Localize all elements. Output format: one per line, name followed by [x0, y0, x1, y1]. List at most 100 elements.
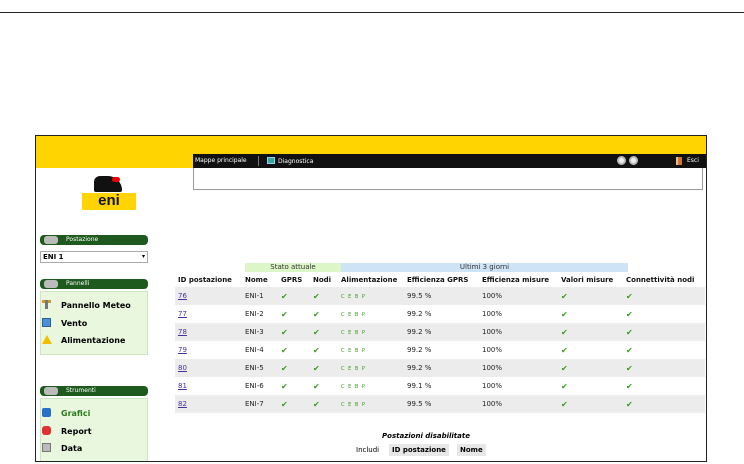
- station-id-link[interactable]: 80: [178, 364, 187, 372]
- alimentazione-codes: C E B P: [341, 402, 366, 408]
- check-icon: ✔: [281, 309, 288, 319]
- table-cell: 100%: [479, 395, 558, 413]
- menu-item-vento[interactable]: Vento: [42, 318, 87, 328]
- top-content-panel: [193, 168, 703, 190]
- calendar-icon: [42, 443, 51, 452]
- table-cell: ✔: [310, 395, 338, 413]
- disabled-col-id: ID postazione: [389, 444, 449, 456]
- table-cell: C E B P: [338, 305, 404, 323]
- check-icon: ✔: [561, 327, 568, 337]
- col-nodi: Nodi: [313, 276, 332, 284]
- table-cell: ENI-2: [242, 305, 278, 323]
- table-cell: ✔: [623, 377, 705, 395]
- menu-item-label: Data: [61, 444, 83, 453]
- nav-mappe-principale[interactable]: Mappe principale: [195, 157, 247, 164]
- col-connettivita-nodi: Connettività nodi: [626, 276, 695, 284]
- check-icon: ✔: [313, 399, 320, 409]
- zoom-out-icon[interactable]: [617, 156, 626, 165]
- table-row: 81 ENI-6 ✔ ✔ C E B P 99.1 % 100% ✔ ✔: [175, 377, 705, 395]
- station-id-link[interactable]: 76: [178, 292, 187, 300]
- thermometer-icon: [42, 300, 51, 309]
- table-cell: ✔: [623, 341, 705, 359]
- wind-icon: [42, 318, 51, 327]
- disabled-col-nome: Nome: [457, 444, 486, 456]
- table-cell: ✔: [623, 305, 705, 323]
- table-cell: ✔: [310, 305, 338, 323]
- station-name: ENI-6: [245, 382, 264, 390]
- table-cell: ✔: [310, 341, 338, 359]
- table-cell: ✔: [310, 359, 338, 377]
- table-row: 78 ENI-3 ✔ ✔ C E B P 99.2 % 100% ✔ ✔: [175, 323, 705, 341]
- table-cell: 99.5 %: [404, 395, 479, 413]
- table-cell: 100%: [479, 287, 558, 305]
- table-cell: 99.1 %: [404, 377, 479, 395]
- check-icon: ✔: [281, 381, 288, 391]
- group-header-stato-attuale: Stato attuale: [245, 263, 341, 272]
- table-cell: 76: [175, 287, 242, 305]
- station-id-link[interactable]: 78: [178, 328, 187, 336]
- station-id-link[interactable]: 79: [178, 346, 187, 354]
- menu-item-label: Report: [61, 427, 92, 436]
- check-icon: ✔: [281, 363, 288, 373]
- table-cell: ✔: [558, 305, 623, 323]
- postazione-selected: ENI 1: [43, 253, 64, 261]
- tools-icon: [44, 387, 58, 395]
- table-cell: ✔: [310, 287, 338, 305]
- check-icon: ✔: [626, 309, 633, 319]
- alimentazione-codes: C E B P: [341, 312, 366, 318]
- check-icon: ✔: [313, 381, 320, 391]
- nav-diagnostica[interactable]: Diagnostica: [267, 157, 313, 165]
- top-navbar: Mappe principale Diagnostica Esci: [193, 154, 706, 168]
- table-cell: ✔: [623, 359, 705, 377]
- efficienza-gprs-value: 99.2 %: [407, 346, 432, 354]
- table-cell: 80: [175, 359, 242, 377]
- check-icon: ✔: [626, 345, 633, 355]
- menu-item-pannello-meteo[interactable]: Pannello Meteo: [42, 300, 131, 310]
- table-cell: ENI-1: [242, 287, 278, 305]
- efficienza-misure-value: 100%: [482, 292, 503, 300]
- exit-door-icon[interactable]: [676, 157, 682, 165]
- table-cell: C E B P: [338, 395, 404, 413]
- table-row: 76 ENI-1 ✔ ✔ C E B P 99.5 % 100% ✔ ✔: [175, 287, 705, 305]
- station-id-link[interactable]: 82: [178, 400, 187, 408]
- check-icon: ✔: [281, 345, 288, 355]
- table-cell: ENI-4: [242, 341, 278, 359]
- alimentazione-codes: C E B P: [341, 330, 366, 336]
- menu-item-report[interactable]: Report: [42, 426, 92, 436]
- table-cell: ✔: [558, 359, 623, 377]
- check-icon: ✔: [313, 363, 320, 373]
- strumenti-title: Strumenti: [66, 387, 96, 394]
- col-valori-misure: Valori misure: [561, 276, 614, 284]
- zoom-in-icon[interactable]: [629, 156, 638, 165]
- table-cell: ✔: [278, 287, 310, 305]
- table-row: 80 ENI-5 ✔ ✔ C E B P 99.2 % 100% ✔ ✔: [175, 359, 705, 377]
- station-name: ENI-3: [245, 328, 264, 336]
- col-efficienza-misure: Efficienza misure: [482, 276, 550, 284]
- table-cell: C E B P: [338, 359, 404, 377]
- check-icon: ✔: [561, 363, 568, 373]
- chevron-down-icon: ▾: [141, 253, 145, 260]
- efficienza-misure-value: 100%: [482, 328, 503, 336]
- panels-icon: [44, 280, 58, 288]
- menu-item-alimentazione[interactable]: Alimentazione: [42, 335, 125, 345]
- col-id-postazione: ID postazione: [178, 276, 232, 284]
- table-cell: ✔: [558, 287, 623, 305]
- check-icon: ✔: [281, 399, 288, 409]
- check-icon: ✔: [561, 399, 568, 409]
- postazione-select[interactable]: ENI 1 ▾: [40, 251, 148, 263]
- menu-item-data[interactable]: Data: [42, 443, 82, 453]
- check-icon: ✔: [281, 291, 288, 301]
- postazione-header: Postazione: [40, 235, 148, 245]
- alimentazione-codes: C E B P: [341, 366, 366, 372]
- nav-esci[interactable]: Esci: [687, 157, 699, 164]
- check-icon: ✔: [626, 381, 633, 391]
- table-cell: 99.2 %: [404, 359, 479, 377]
- alimentazione-codes: C E B P: [341, 294, 366, 300]
- station-id-link[interactable]: 77: [178, 310, 187, 318]
- menu-item-grafici[interactable]: Grafici: [42, 408, 90, 418]
- station-id-link[interactable]: 81: [178, 382, 187, 390]
- table-cell: 81: [175, 377, 242, 395]
- table-cell: ✔: [310, 377, 338, 395]
- menu-item-label: Vento: [61, 319, 88, 328]
- nav-separator: [258, 156, 259, 166]
